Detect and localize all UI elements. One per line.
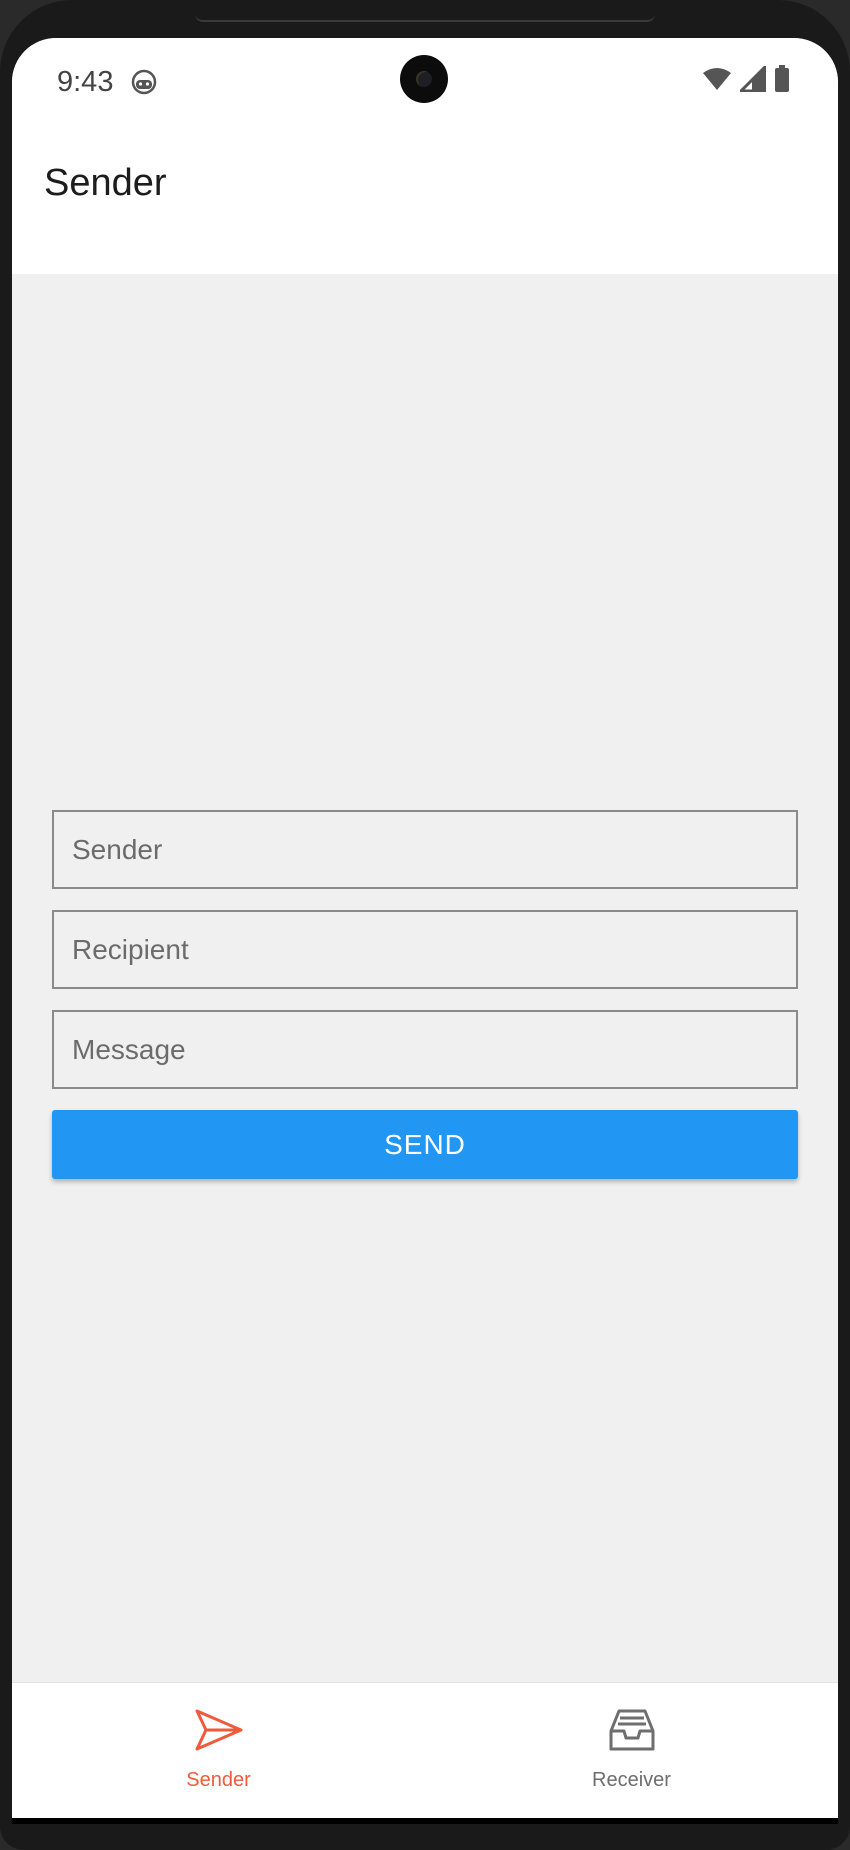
android-face-icon xyxy=(130,68,158,96)
send-icon xyxy=(194,1707,244,1753)
send-button[interactable]: SEND xyxy=(52,1110,798,1179)
page-title: Sender xyxy=(44,162,167,204)
tab-receiver[interactable]: Receiver xyxy=(425,1683,838,1824)
signal-icon xyxy=(739,65,767,97)
status-bar: 9:43 xyxy=(12,38,838,122)
tab-sender-label: Sender xyxy=(186,1769,251,1791)
front-camera xyxy=(400,55,448,103)
main-content: SEND xyxy=(12,274,838,1722)
bottom-tab-bar: Sender Receiver xyxy=(12,1682,838,1824)
status-time: 9:43 xyxy=(57,66,114,98)
tab-receiver-label: Receiver xyxy=(592,1769,671,1791)
status-icons xyxy=(702,64,790,98)
wifi-icon xyxy=(702,67,732,96)
sender-input[interactable] xyxy=(52,810,798,889)
gesture-navigation-bar xyxy=(12,1818,838,1824)
recipient-input[interactable] xyxy=(52,910,798,989)
screen: 9:43 Sender Sender Recipient Message SEN… xyxy=(12,38,838,1824)
speaker-grille xyxy=(195,14,655,22)
battery-icon xyxy=(774,64,790,98)
camera-lens xyxy=(416,71,432,87)
inbox-icon xyxy=(607,1707,657,1753)
message-input[interactable] xyxy=(52,1010,798,1089)
tab-sender[interactable]: Sender xyxy=(12,1683,425,1824)
phone-frame: 9:43 Sender Sender Recipient Message SEN… xyxy=(0,0,850,1850)
app-bar: Sender xyxy=(12,122,838,274)
